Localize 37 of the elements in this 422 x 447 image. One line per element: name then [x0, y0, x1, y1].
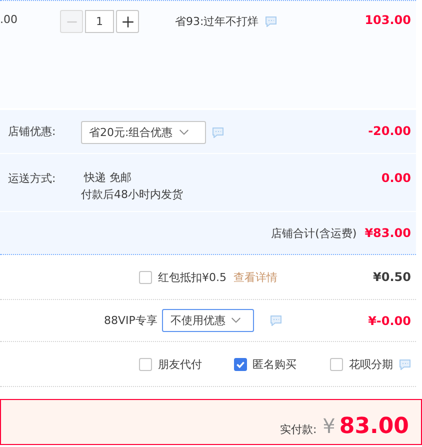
checkbox[interactable]: [139, 358, 152, 370]
comment-icon[interactable]: [212, 127, 224, 138]
dropdown[interactable]: 不使用优惠: [162, 309, 254, 332]
deduction-amount: ¥0.50: [373, 270, 411, 284]
shipping-note: 付款后48小时内发货: [81, 187, 183, 202]
shipping-label: 运送方式:: [8, 171, 57, 186]
currency-symbol: ¥: [322, 414, 336, 438]
shop-total-label: 店铺合计(含运费): [271, 226, 357, 240]
shipping-method: 快递 免邮: [84, 170, 132, 185]
quantity-field[interactable]: 1: [85, 10, 114, 33]
checkbox[interactable]: [234, 358, 247, 370]
checkbox-label: 朋友代付: [158, 356, 202, 372]
checkbox[interactable]: [330, 358, 343, 370]
payment-amount: 83.00: [339, 414, 409, 439]
subtotal: 103.00: [364, 13, 411, 27]
caret-icon: [178, 129, 189, 136]
checkbox[interactable]: [139, 270, 152, 284]
discount-amount: -20.00: [368, 124, 411, 138]
shipping-amount: 0.00: [381, 171, 411, 185]
plus-icon: [122, 16, 134, 28]
vip-amount: ¥-0.00: [368, 314, 411, 328]
payment-label: 实付款:: [280, 422, 317, 437]
vip-label: 88VIP专享: [104, 313, 158, 328]
discount-label: 店铺优惠:: [8, 124, 57, 139]
plus-button[interactable]: [116, 10, 139, 33]
minus-button[interactable]: [60, 10, 83, 33]
comment-icon[interactable]: [264, 16, 277, 27]
caret-icon: [231, 317, 242, 324]
promotion-text: 省93:过年不打烊: [175, 14, 259, 29]
dropdown[interactable]: 省20元:组合优惠: [81, 121, 206, 144]
comment-icon[interactable]: [270, 315, 282, 326]
unit-price: .00: [0, 13, 18, 26]
checkbox-label: 匿名购买: [252, 356, 297, 372]
shop-total-amount: ¥83.00: [364, 226, 411, 240]
comment-icon[interactable]: [399, 358, 411, 370]
checkbox-label: 红包抵扣¥0.5: [158, 270, 226, 284]
checkbox-label: 花呗分期: [349, 356, 393, 372]
